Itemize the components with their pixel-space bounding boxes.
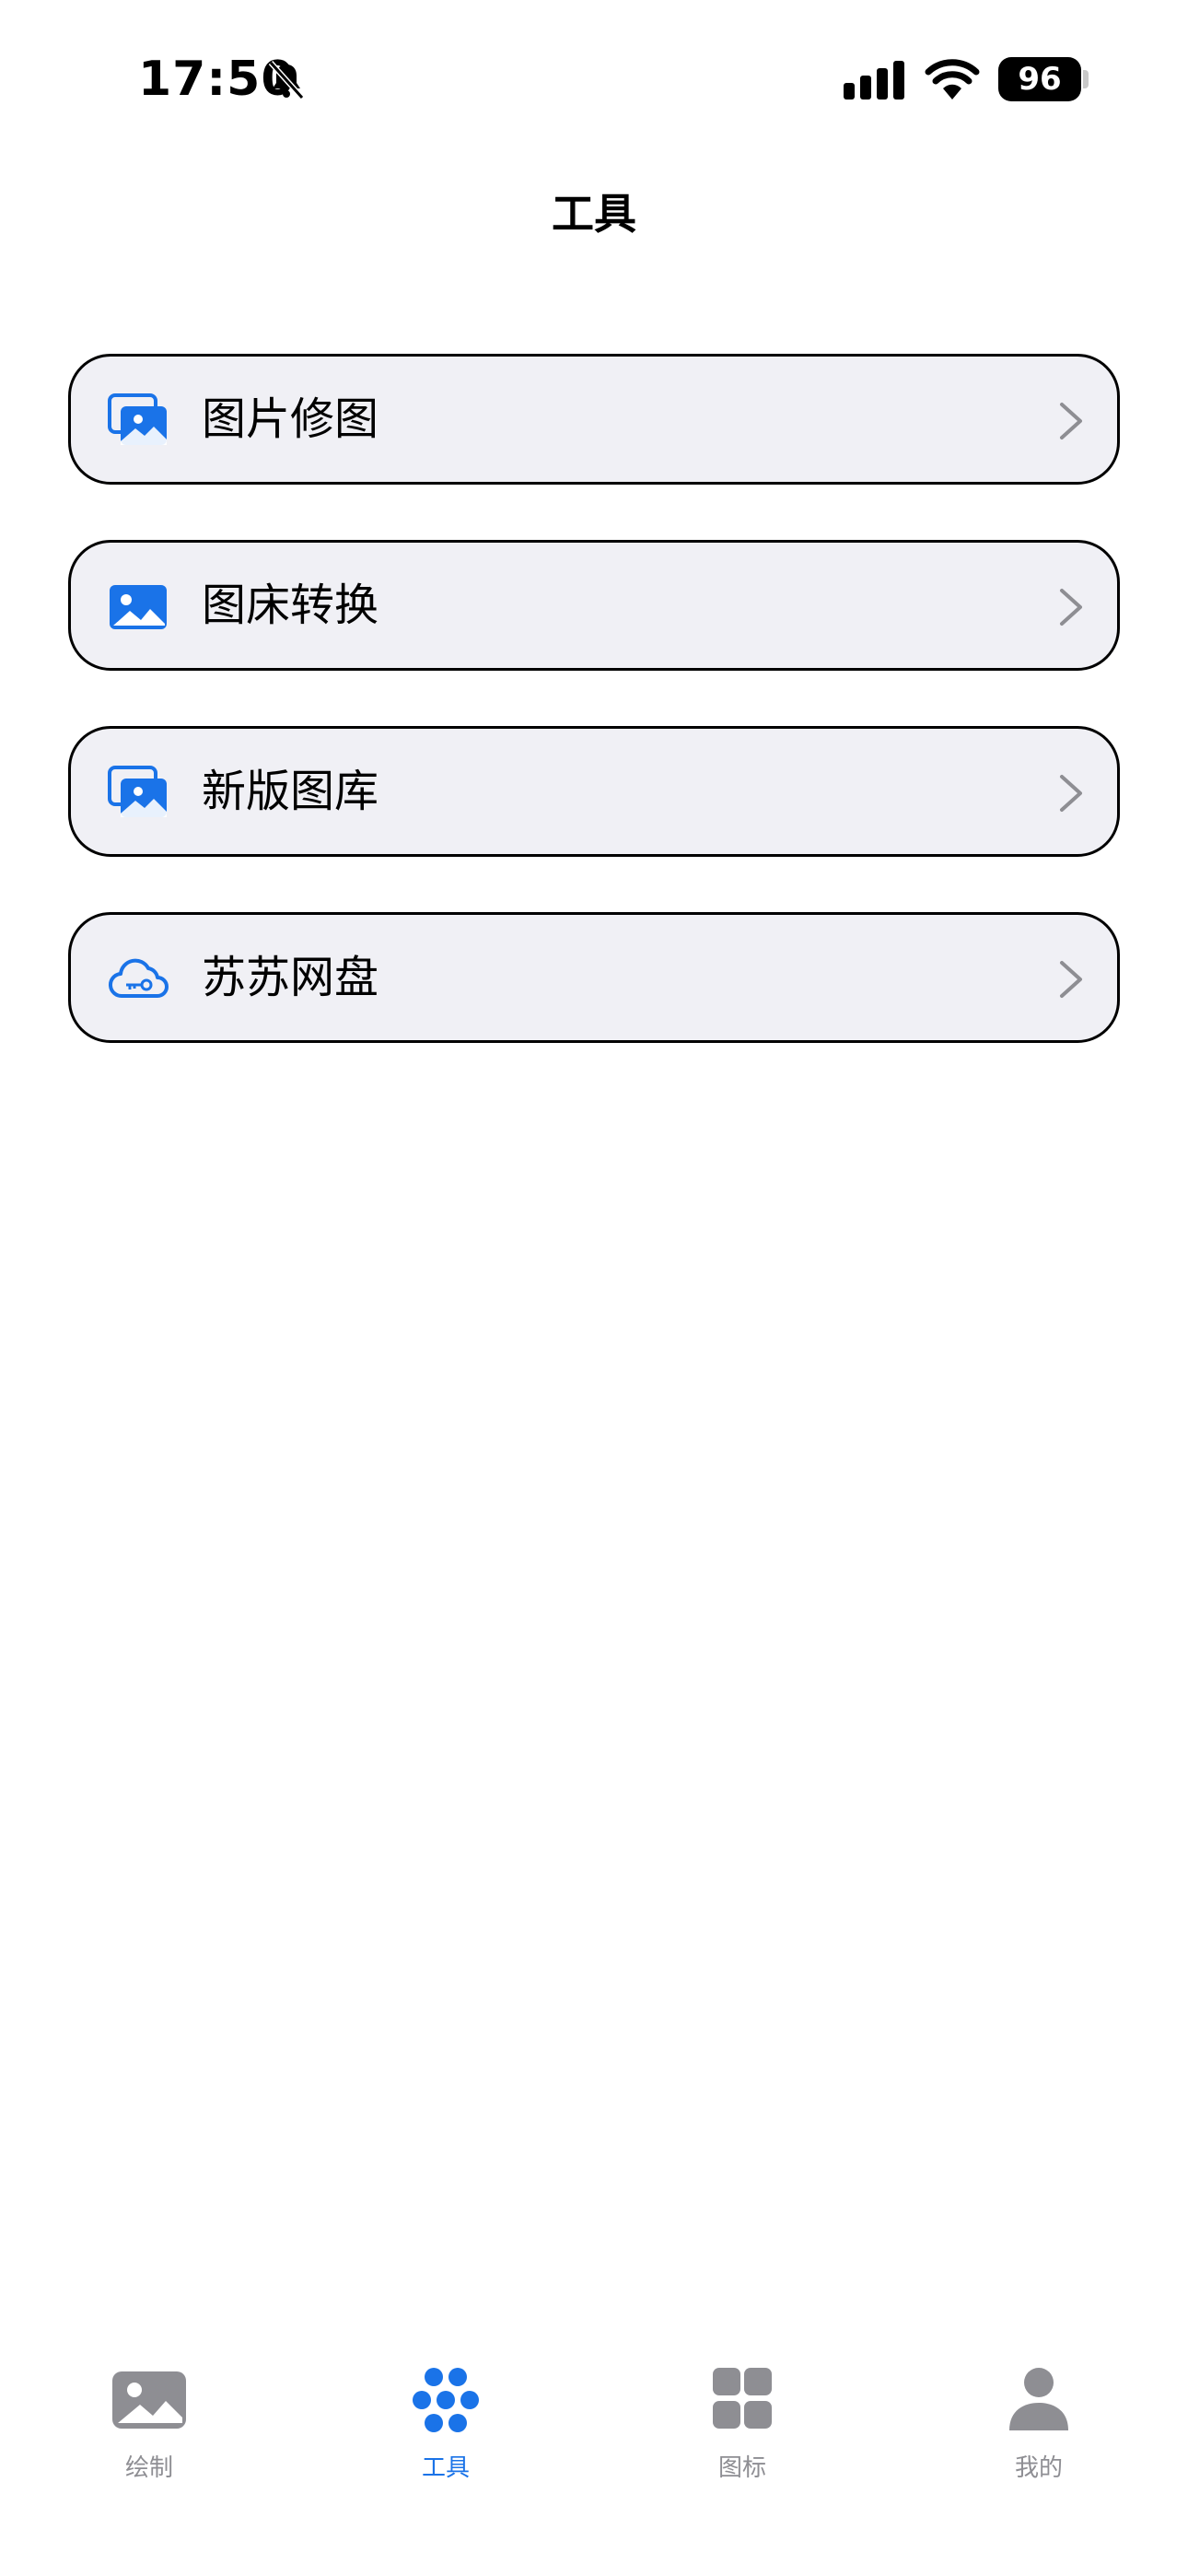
person-icon <box>1009 2368 1068 2430</box>
menu-item-label: 图片修图 <box>202 393 379 445</box>
chevron-right-icon <box>1060 775 1082 812</box>
tab-bar: 绘制 工具 图标 我的 <box>0 2340 1188 2576</box>
photo-icon <box>110 585 167 629</box>
tab-label: 我的 <box>1014 2454 1063 2482</box>
menu-item-photo-edit[interactable]: 图片修图 <box>68 354 1120 485</box>
dots-cluster-icon <box>413 2368 479 2432</box>
wifi-icon <box>925 59 980 100</box>
chevron-right-icon <box>1060 403 1082 439</box>
page-title: 工具 <box>552 189 636 239</box>
tab-label: 绘制 <box>124 2454 173 2482</box>
bell-slash-icon <box>268 60 305 100</box>
battery-icon: 96 <box>998 57 1081 101</box>
menu-item-label: 苏苏网盘 <box>202 952 379 1003</box>
photo-icon <box>112 2371 186 2429</box>
tab-icons[interactable]: 图标 <box>650 2340 834 2488</box>
chevron-right-icon <box>1060 589 1082 626</box>
photo-stack-icon <box>108 393 167 445</box>
battery-tip <box>1083 70 1089 88</box>
cellular-signal-icon <box>844 61 904 100</box>
tab-label: 工具 <box>421 2454 470 2482</box>
tab-profile[interactable]: 我的 <box>947 2340 1131 2488</box>
photo-stack-icon <box>108 766 167 817</box>
menu-item-new-gallery[interactable]: 新版图库 <box>68 726 1120 857</box>
chevron-right-icon <box>1060 961 1082 998</box>
tab-tools[interactable]: 工具 <box>354 2340 538 2488</box>
tab-draw[interactable]: 绘制 <box>57 2340 241 2488</box>
tab-label: 图标 <box>717 2454 766 2482</box>
menu-item-cloud-drive[interactable]: 苏苏网盘 <box>68 912 1120 1043</box>
menu-item-image-host-convert[interactable]: 图床转换 <box>68 540 1120 671</box>
menu-item-label: 新版图库 <box>202 766 379 817</box>
status-bar: 17:50 96 <box>0 0 1188 157</box>
grid-icon <box>713 2368 772 2429</box>
menu-item-label: 图床转换 <box>202 580 379 631</box>
cloud-key-icon <box>109 958 169 999</box>
